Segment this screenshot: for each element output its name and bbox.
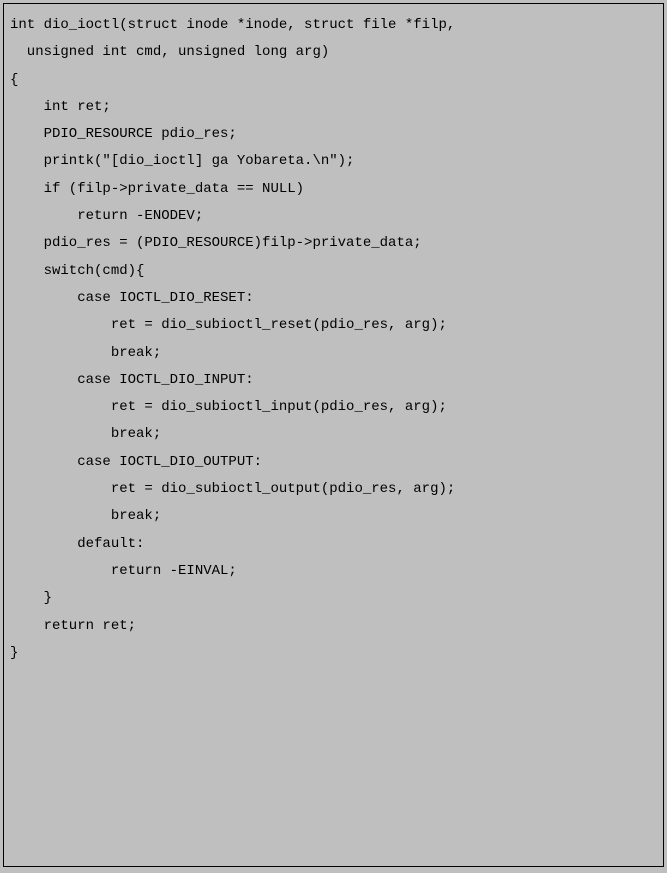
code-line: ret = dio_subioctl_reset(pdio_res, arg); bbox=[10, 312, 657, 339]
code-line: return ret; bbox=[10, 613, 657, 640]
code-line: } bbox=[10, 640, 657, 667]
code-line: break; bbox=[10, 503, 657, 530]
code-line: } bbox=[10, 585, 657, 612]
code-line: pdio_res = (PDIO_RESOURCE)filp->private_… bbox=[10, 230, 657, 257]
code-line: case IOCTL_DIO_INPUT: bbox=[10, 367, 657, 394]
code-line: return -EINVAL; bbox=[10, 558, 657, 585]
code-line: ret = dio_subioctl_output(pdio_res, arg)… bbox=[10, 476, 657, 503]
code-line: break; bbox=[10, 421, 657, 448]
code-line: { bbox=[10, 67, 657, 94]
code-line: break; bbox=[10, 340, 657, 367]
code-line: case IOCTL_DIO_RESET: bbox=[10, 285, 657, 312]
code-line: int ret; bbox=[10, 94, 657, 121]
code-line: ret = dio_subioctl_input(pdio_res, arg); bbox=[10, 394, 657, 421]
code-line: switch(cmd){ bbox=[10, 258, 657, 285]
code-line: int dio_ioctl(struct inode *inode, struc… bbox=[10, 12, 657, 39]
code-line: unsigned int cmd, unsigned long arg) bbox=[10, 39, 657, 66]
code-listing-box: int dio_ioctl(struct inode *inode, struc… bbox=[3, 3, 664, 867]
code-line: PDIO_RESOURCE pdio_res; bbox=[10, 121, 657, 148]
code-line: default: bbox=[10, 531, 657, 558]
code-line: if (filp->private_data == NULL) bbox=[10, 176, 657, 203]
code-line: case IOCTL_DIO_OUTPUT: bbox=[10, 449, 657, 476]
code-line: return -ENODEV; bbox=[10, 203, 657, 230]
code-line: printk("[dio_ioctl] ga Yobareta.\n"); bbox=[10, 148, 657, 175]
